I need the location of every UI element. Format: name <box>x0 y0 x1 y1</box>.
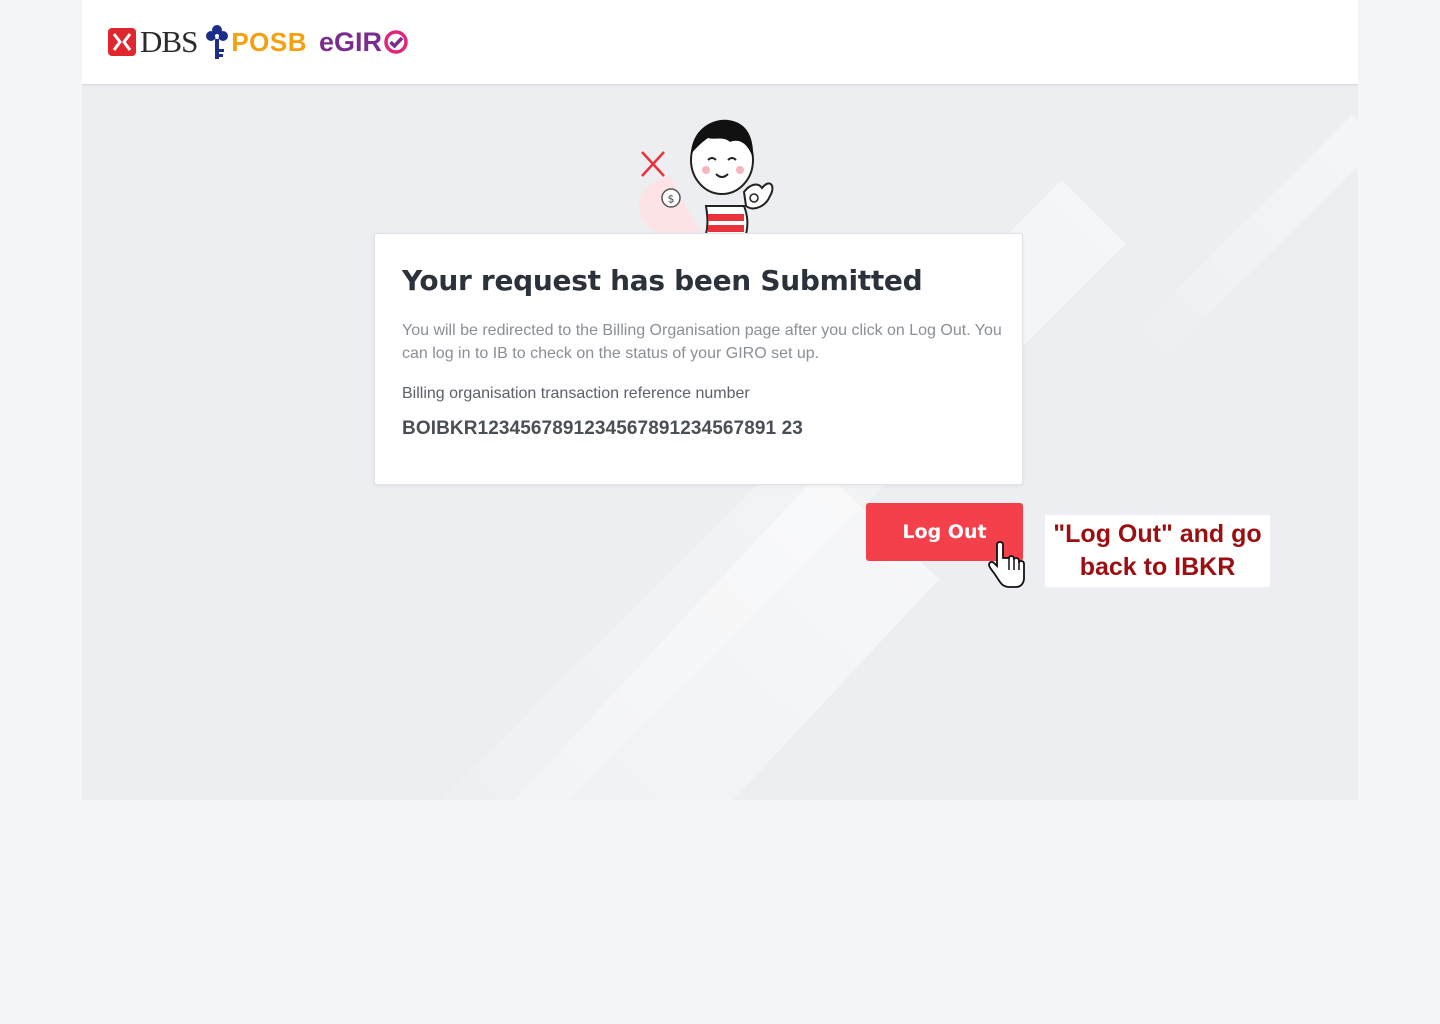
dbs-wordmark: DBS <box>140 24 198 59</box>
top-header: DBS POSB eGIR <box>82 0 1358 85</box>
egiro-wordmark: eGIR <box>319 26 383 57</box>
reference-label: Billing organisation transaction referen… <box>402 385 750 402</box>
mascot-illustration: $ <box>638 119 774 235</box>
redirect-description: You will be redirected to the Billing Or… <box>402 322 1002 362</box>
posb-key-icon <box>206 25 229 59</box>
instruction-callout: "Log Out" and go back to IBKR <box>1045 515 1270 587</box>
check-circle-icon <box>384 30 408 54</box>
page-frame: DBS POSB eGIR $ Your request has been Su… <box>82 0 1358 800</box>
confirmation-card: Your request has been Submitted You will… <box>374 233 1023 485</box>
page-title: Your request has been Submitted <box>402 264 923 297</box>
callout-line-1: "Log Out" and go <box>1053 520 1262 548</box>
posb-wordmark: POSB <box>231 26 307 57</box>
callout-line-2: back to IBKR <box>1079 553 1236 581</box>
dbs-star-icon <box>108 28 136 56</box>
close-mark-icon <box>641 151 665 177</box>
hand-cursor-icon <box>988 541 1025 588</box>
brand-logo: DBS POSB eGIR <box>108 22 409 62</box>
reference-number: BOIBKR1234567891234567891234567891 23 <box>402 418 803 439</box>
svg-text:$: $ <box>668 193 675 206</box>
background-streak <box>1139 115 1358 356</box>
